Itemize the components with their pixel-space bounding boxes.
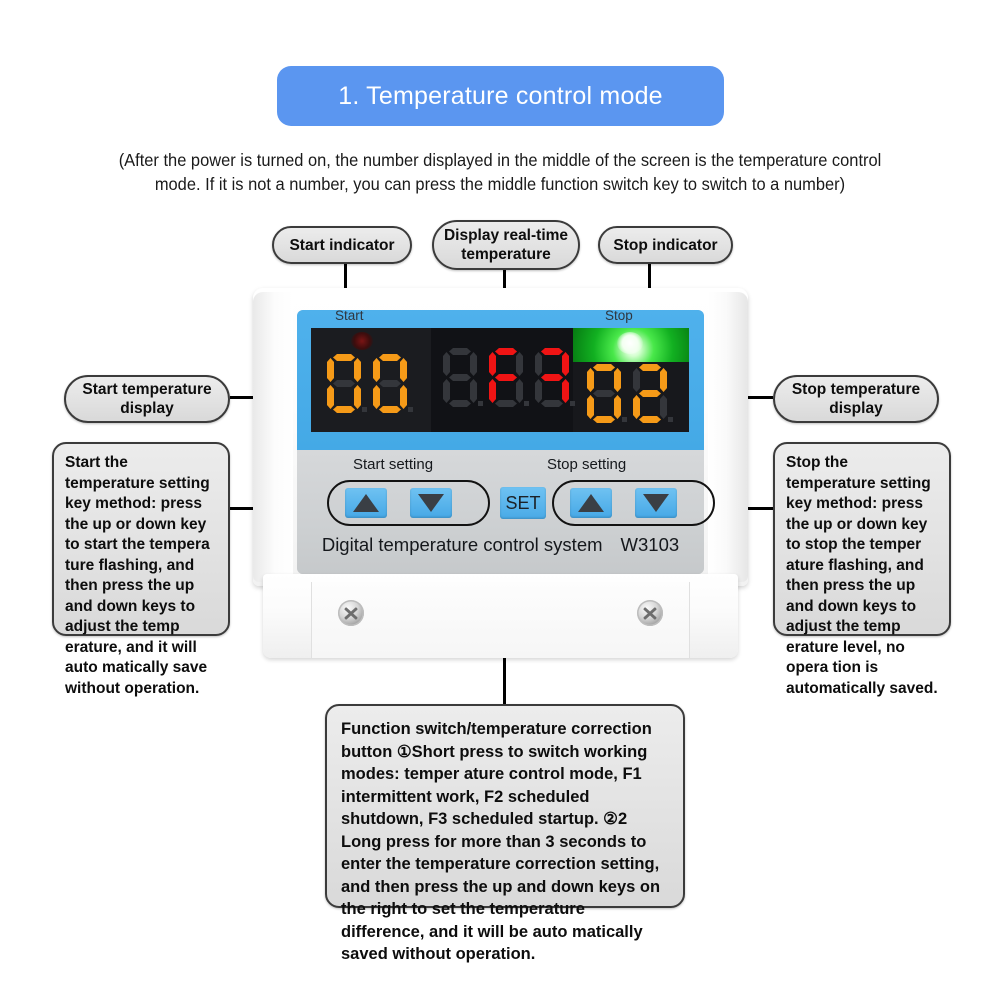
triangle-down-icon bbox=[418, 494, 444, 512]
device-blue-bezel: Start Stop bbox=[297, 308, 704, 450]
callout-display-realtime-text: Display real-time temperature bbox=[443, 227, 569, 263]
temperature-controller-device: Start Stop Start setting Stop setting SE… bbox=[253, 288, 748, 658]
start-setting-label: Start setting bbox=[353, 456, 434, 473]
set-button[interactable]: SET bbox=[500, 487, 546, 519]
set-button-label: SET bbox=[505, 492, 541, 513]
callout-stop-indicator-text: Stop indicator bbox=[613, 236, 718, 254]
triangle-up-icon bbox=[353, 494, 379, 512]
subtitle-line-2: mode. If it is not a number, you can pre… bbox=[154, 174, 846, 194]
page-title: 1. Temperature control mode bbox=[338, 81, 663, 110]
stop-indicator-led bbox=[573, 328, 689, 362]
screenshot-root: 1. Temperature control mode (After the p… bbox=[0, 0, 1000, 1000]
device-front-face: Start Stop Start setting Stop setting SE… bbox=[297, 308, 715, 574]
triangle-down-icon bbox=[643, 494, 669, 512]
callout-start-temperature-display: Start temperature display bbox=[64, 375, 230, 423]
start-down-button[interactable] bbox=[410, 488, 452, 518]
stop-down-button[interactable] bbox=[635, 488, 677, 518]
page-title-banner: 1. Temperature control mode bbox=[277, 66, 724, 126]
device-control-panel: Start setting Stop setting SET Digital t… bbox=[297, 450, 715, 574]
page-subtitle: (After the power is turned on, the numbe… bbox=[53, 148, 948, 196]
callout-stop-key-method-text: Stop the temperature setting key method:… bbox=[786, 454, 938, 697]
device-base-housing bbox=[263, 574, 738, 658]
digit-stop-2 bbox=[633, 364, 673, 422]
bezel-label-start: Start bbox=[335, 308, 364, 323]
device-shell: Start Stop Start setting Stop setting SE… bbox=[253, 288, 748, 586]
callout-stop-temperature-display-text: Stop temperature display bbox=[791, 381, 921, 417]
start-indicator-led bbox=[351, 332, 373, 350]
bezel-label-stop: Stop bbox=[605, 308, 633, 323]
screw-icon-right bbox=[637, 600, 663, 626]
callout-start-indicator: Start indicator bbox=[272, 226, 412, 264]
callout-function-switch: Function switch/temperature correction b… bbox=[325, 704, 685, 963]
subtitle-line-1: (After the power is turned on, the numbe… bbox=[118, 150, 882, 170]
device-brand-text: Digital temperature control system bbox=[321, 534, 603, 555]
callout-start-temperature-display-text: Start temperature display bbox=[82, 381, 212, 417]
device-base-plate bbox=[311, 582, 690, 658]
digit-start-1 bbox=[327, 354, 367, 412]
device-left-edge bbox=[253, 292, 293, 582]
callout-stop-temperature-display: Stop temperature display bbox=[773, 375, 939, 423]
callout-start-key-method: Start the temperature setting key method… bbox=[52, 442, 230, 697]
device-right-edge bbox=[708, 292, 748, 582]
stop-up-button[interactable] bbox=[570, 488, 612, 518]
callout-display-realtime: Display real-time temperature bbox=[432, 220, 580, 270]
triangle-up-icon bbox=[578, 494, 604, 512]
digit-middle-2 bbox=[489, 348, 529, 406]
digit-start-2 bbox=[373, 354, 413, 412]
digit-middle-1 bbox=[443, 348, 483, 406]
callout-stop-indicator: Stop indicator bbox=[598, 226, 733, 264]
start-up-button[interactable] bbox=[345, 488, 387, 518]
digit-middle-3 bbox=[535, 348, 575, 406]
device-brandline: Digital temperature control system W3103 bbox=[297, 534, 704, 556]
callout-function-switch-text: Function switch/temperature correction b… bbox=[341, 720, 661, 963]
callout-start-key-method-text: Start the temperature setting key method… bbox=[65, 454, 210, 697]
screw-icon-left bbox=[338, 600, 364, 626]
stop-setting-label: Stop setting bbox=[547, 456, 627, 473]
setting-labels-row: Start setting Stop setting bbox=[297, 456, 704, 476]
callout-stop-key-method: Stop the temperature setting key method:… bbox=[773, 442, 951, 697]
seven-segment-display bbox=[311, 328, 689, 432]
digit-stop-1 bbox=[587, 364, 627, 422]
callout-start-indicator-text: Start indicator bbox=[289, 236, 395, 254]
device-model: W3103 bbox=[620, 534, 680, 555]
